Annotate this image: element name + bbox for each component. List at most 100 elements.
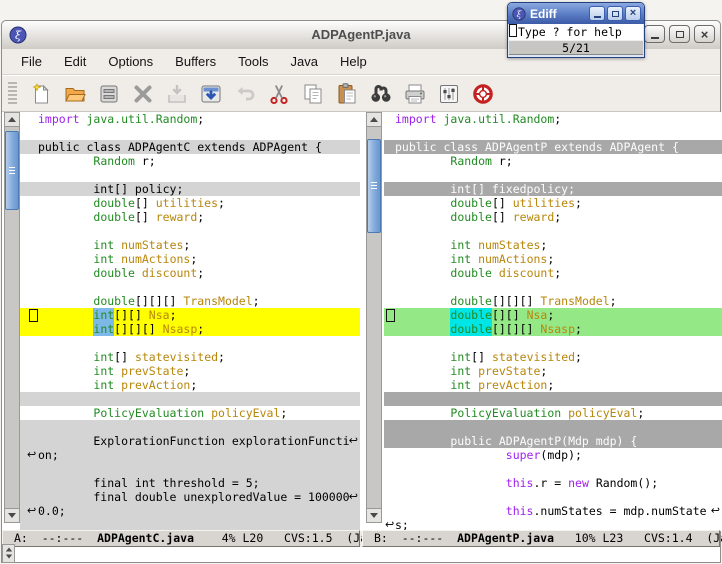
code-token: reward: [156, 210, 198, 224]
close-button[interactable]: ×: [625, 6, 641, 21]
code-token: ;: [197, 266, 204, 280]
code-token: ;: [197, 112, 204, 126]
toolbar-save-file-button[interactable]: [94, 80, 124, 108]
code-line: int prevAction;: [384, 378, 722, 392]
code-line: int numStates;: [20, 238, 360, 252]
ediff-help-line[interactable]: Type ? for help: [509, 24, 643, 40]
toolbar-copy-button[interactable]: [298, 80, 328, 108]
code-token: ;: [183, 238, 190, 252]
code-token: prevState: [478, 364, 540, 378]
modeline-buffer-a: A: --:--- ADPAgentC.java 4% L20 CVS:1.5 …: [2, 530, 360, 547]
code-token: Random: [450, 154, 492, 168]
code-token: double: [93, 210, 135, 224]
code-line: PolicyEvaluation policyEval;: [20, 406, 360, 420]
toolbar-save-as-disabled-button[interactable]: [162, 80, 192, 108]
code-token: ;: [554, 112, 561, 126]
minibuffer[interactable]: [2, 547, 720, 562]
code-line: [384, 224, 722, 238]
code-token: utilities: [156, 196, 218, 210]
code-token: [395, 364, 450, 378]
right-scrollbar[interactable]: [366, 112, 382, 523]
close-button[interactable]: ×: [694, 25, 715, 43]
code-line: double discount;: [384, 266, 722, 280]
maximize-icon: [676, 31, 684, 38]
minimize-button[interactable]: [644, 25, 665, 43]
code-token: int: [450, 238, 471, 252]
editor-area: import java.util.Random;public class ADP…: [2, 111, 720, 531]
code-token: ;: [547, 378, 554, 392]
toolbar-preferences-button[interactable]: [434, 80, 464, 108]
left-scrollbar-thumb[interactable]: [5, 131, 19, 210]
code-token: ;: [554, 266, 561, 280]
code-token: int: [450, 364, 471, 378]
code-line: [384, 462, 722, 476]
code-token: final double unexploredValue = 100000: [38, 490, 350, 504]
toolbar-cut-button[interactable]: [264, 80, 294, 108]
toolbar-grip[interactable]: [8, 82, 17, 106]
menu-file[interactable]: File: [10, 51, 53, 72]
toolbar-new-file-button[interactable]: [26, 80, 56, 108]
code-line: [384, 420, 722, 434]
toolbar-undo-disabled-button[interactable]: [230, 80, 260, 108]
buffer-a-text[interactable]: import java.util.Random;public class ADP…: [20, 112, 360, 531]
code-token: policyEval: [568, 406, 637, 420]
scroll-down-button[interactable]: [367, 508, 381, 522]
new-file-icon: [29, 82, 53, 106]
minibuffer-scroll-widget[interactable]: [2, 544, 15, 563]
code-token: statevisited: [135, 350, 218, 364]
save-file-icon: [97, 82, 121, 106]
left-scrollbar[interactable]: [4, 112, 20, 523]
code-line: int[] policy;: [20, 182, 360, 196]
paste-icon: [335, 82, 359, 106]
code-token: int: [450, 378, 471, 392]
right-scrollbar-thumb[interactable]: [367, 139, 381, 233]
code-line: double[][][] TransModel;: [20, 294, 360, 308]
menu-options[interactable]: Options: [97, 51, 164, 72]
menu-java[interactable]: Java: [279, 51, 328, 72]
buffer-b-text[interactable]: import java.util.Random;public class ADP…: [384, 112, 722, 531]
maximize-button[interactable]: [669, 25, 690, 43]
scroll-up-button[interactable]: [5, 113, 19, 127]
toolbar-buttons: [24, 80, 500, 108]
code-line: int[] statevisited;: [384, 350, 722, 364]
code-token: double: [93, 294, 135, 308]
ediff-window-title: Ediff: [530, 7, 589, 21]
scroll-up-button[interactable]: [367, 113, 381, 127]
scroll-down-button[interactable]: [5, 508, 19, 522]
code-token: discount: [499, 266, 554, 280]
text-cursor: [386, 309, 395, 322]
menu-tools[interactable]: Tools: [227, 51, 279, 72]
code-token: ;: [637, 406, 644, 420]
code-token: ;: [170, 308, 177, 322]
toolbar-paste-button[interactable]: [332, 80, 362, 108]
code-token: ;: [610, 294, 617, 308]
code-line: double[][] Nsa;: [384, 308, 722, 322]
code-line: [384, 126, 722, 140]
toolbar-print-button[interactable]: [400, 80, 430, 108]
code-token: super: [506, 448, 541, 462]
code-line: import java.util.Random;: [20, 112, 360, 126]
menu-edit[interactable]: Edit: [53, 51, 97, 72]
code-line: [20, 168, 360, 182]
menu-buffers[interactable]: Buffers: [164, 51, 227, 72]
maximize-button[interactable]: [607, 6, 623, 21]
toolbar-save-all-button[interactable]: [196, 80, 226, 108]
code-token: 0.0;: [38, 504, 66, 518]
code-token: int: [93, 378, 114, 392]
toolbar-find-button[interactable]: [366, 80, 396, 108]
minimize-button[interactable]: [589, 6, 605, 21]
menu-help[interactable]: Help: [329, 51, 378, 72]
toolbar-open-file-button[interactable]: [60, 80, 90, 108]
toolbar-close-buffer-button[interactable]: [128, 80, 158, 108]
code-token: [38, 154, 93, 168]
code-token: r;: [492, 154, 513, 168]
code-line: int[] statevisited;: [20, 350, 360, 364]
toolbar-help-button[interactable]: [468, 80, 498, 108]
modeline-filename: ADPAgentC.java: [97, 531, 194, 545]
code-token: ;: [547, 252, 554, 266]
line-wrap-icon: ↩: [349, 434, 358, 448]
code-line: final int threshold = 5;: [20, 476, 360, 490]
code-token: [395, 294, 450, 308]
code-token: []: [471, 350, 492, 364]
ediff-titlebar[interactable]: ξ Ediff ×: [508, 3, 644, 24]
